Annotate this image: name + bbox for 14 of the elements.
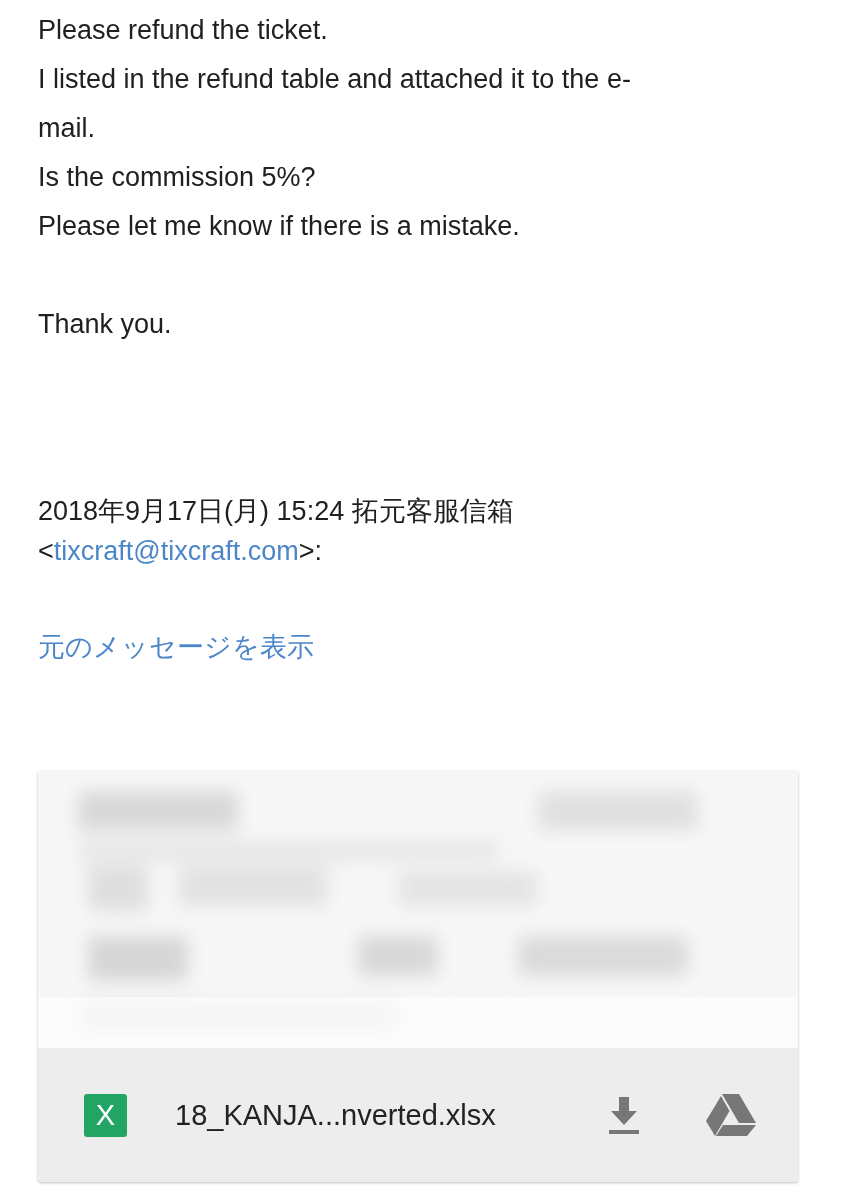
show-original-link[interactable]: 元のメッセージを表示 [38,632,314,662]
attachment-file-name: 18_KANJA...nverted.xlsx [175,1097,496,1133]
drive-icon[interactable] [704,1091,758,1139]
body-text-line: Please refund the ticket. [38,14,328,47]
body-text-line: Is the commission 5%? [38,161,316,194]
body-text-line: Please let me know if there is a mistake. [38,210,520,243]
email-link[interactable]: tixcraft@tixcraft.com [53,536,299,566]
attachment-card[interactable]: X 18_KANJA...nverted.xlsx [38,771,798,1182]
spreadsheet-file-icon: X [84,1093,127,1137]
quote-sender-email: <tixcraft@tixcraft.com>: [38,535,322,568]
body-text-line: mail. [38,112,95,145]
body-text-line: I listed in the refund table and attached it to the e- [38,63,631,96]
body-text-line: Thank you. [38,308,172,341]
quote-date-sender: 2018年9月17日(月) 15:24 拓元客服信箱 [38,495,514,528]
